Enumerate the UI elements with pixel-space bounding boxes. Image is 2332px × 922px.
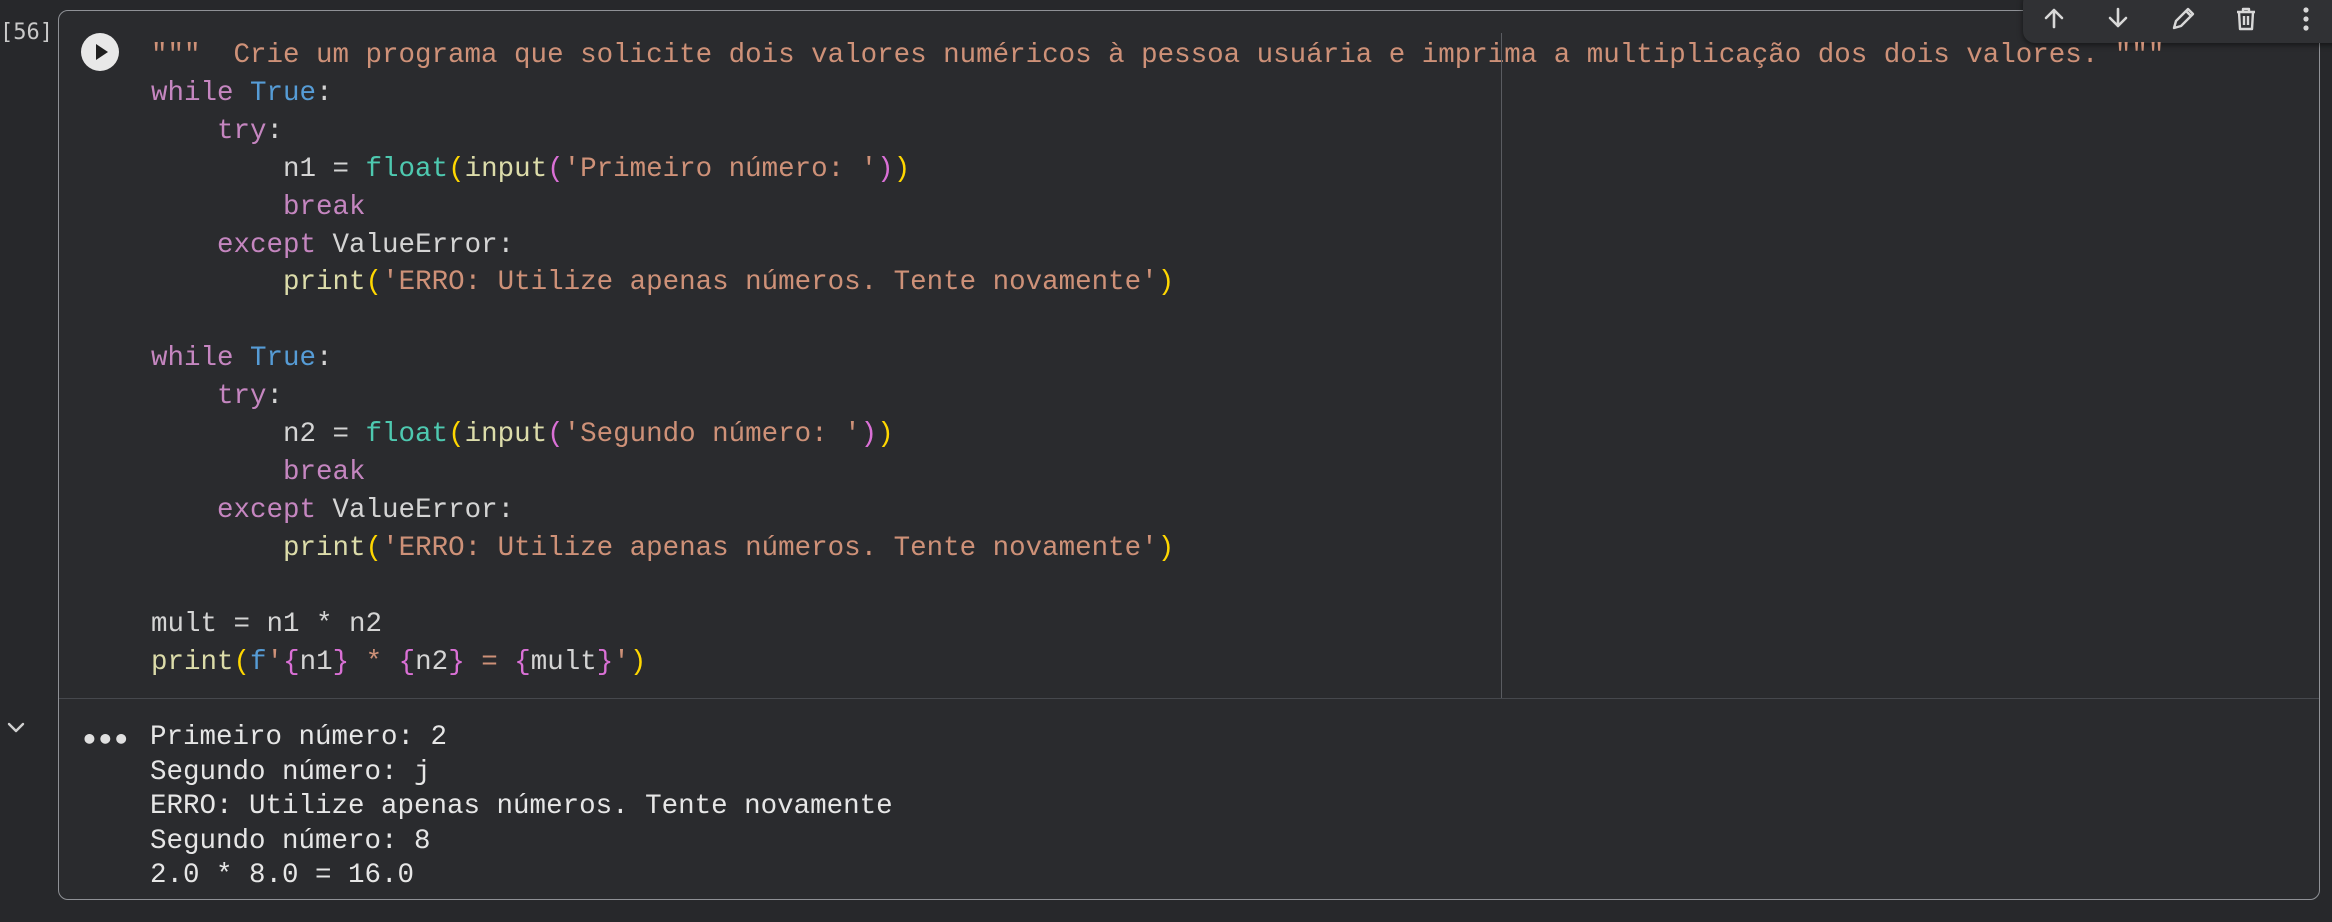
cell-output: Primeiro número: 2 Segundo número: j ERR… (150, 721, 893, 894)
code-cell[interactable]: """ Crie um programa que solicite dois v… (58, 0, 2332, 900)
code-line: print('ERRO: Utilize apenas números. Ten… (283, 532, 1175, 564)
line-length-ruler (1501, 33, 1502, 699)
execution-count: [56] (0, 20, 53, 45)
arrow-up-icon[interactable] (2041, 5, 2067, 35)
code-line: n1 = float(input('Primeiro número: ')) (151, 153, 911, 185)
code-line: while True: (151, 77, 333, 109)
output-line: Segundo número: j (150, 756, 431, 788)
arrow-down-icon[interactable] (2105, 5, 2131, 35)
collapse-output-button[interactable] (6, 720, 26, 739)
code-line: """ Crie um programa que solicite dois v… (151, 40, 2165, 71)
code-line: n2 = float(input('Segundo número: ')) (151, 419, 894, 451)
output-divider (59, 698, 2319, 699)
output-actions-button[interactable]: ••• (81, 723, 130, 756)
output-line: ERRO: Utilize apenas números. Tente nova… (150, 791, 893, 823)
code-line: break (283, 191, 366, 223)
code-line: mult = n1 * n2 (151, 608, 383, 640)
code-line: while True: (151, 343, 333, 375)
code-line: print('ERRO: Utilize apenas números. Ten… (283, 267, 1175, 299)
chevron-down-icon (7, 722, 25, 733)
output-line: Segundo número: 8 (150, 825, 431, 857)
notebook-page: [56] """ Crie um programa que solicite d… (0, 0, 2332, 922)
code-line: except ValueError: (217, 229, 515, 261)
output-line: 2.0 * 8.0 = 16.0 (150, 860, 415, 892)
output-line: Primeiro número: 2 (150, 722, 448, 753)
more-vert-icon[interactable] (2299, 5, 2313, 37)
pencil-icon[interactable] (2169, 5, 2197, 37)
code-line: try: (217, 381, 284, 413)
code-line: break (283, 456, 366, 488)
play-circle-icon (82, 34, 118, 70)
code-line: print(f'{n1} * {n2} = {mult}') (151, 646, 647, 678)
code-line: except ValueError: (217, 494, 515, 526)
code-editor[interactable]: """ Crie um programa que solicite dois v… (151, 37, 2164, 681)
run-cell-button[interactable] (81, 33, 119, 71)
trash-icon[interactable] (2233, 5, 2259, 37)
code-line: try: (217, 115, 284, 147)
